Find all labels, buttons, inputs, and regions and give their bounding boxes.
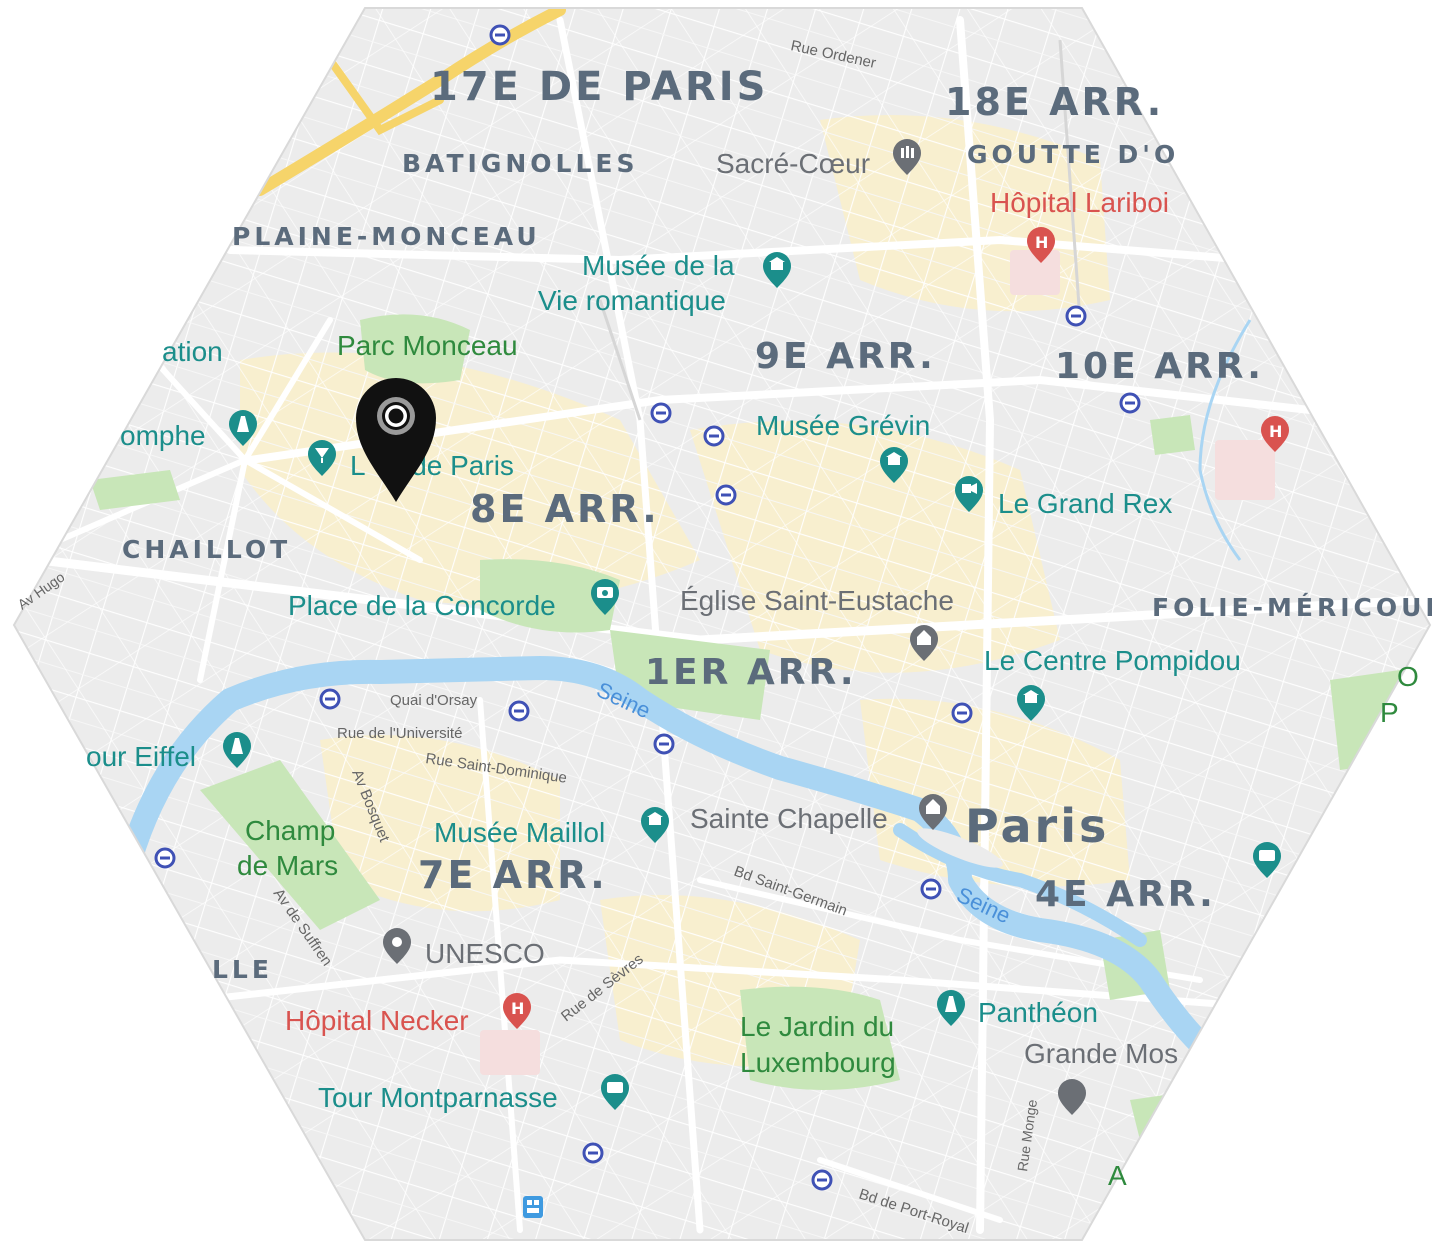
poi-arc-triomphe-label: omphe [120, 420, 206, 451]
poi-grande-mosquee-label: Grande Mos [1024, 1038, 1178, 1069]
metro-icon [1119, 392, 1141, 414]
poi-parc-monceau-label: Parc Monceau [337, 330, 518, 361]
transit-station-icon [523, 1196, 543, 1218]
hospital-area [480, 1030, 540, 1075]
poi-centre-pompidou-label: Le Centre Pompidou [984, 645, 1241, 676]
city-label-paris: Paris [965, 799, 1109, 853]
metro-icon [582, 1142, 604, 1164]
hospital-area [1010, 250, 1060, 295]
poi-musee-maillol-label: Musée Maillol [434, 817, 605, 848]
district-4e: 4E ARR. [1035, 874, 1216, 915]
neighborhood-batignolles: BATIGNOLLES [402, 149, 638, 178]
district-17e: 17E DE PARIS [430, 64, 768, 110]
park-patch [1130, 1090, 1220, 1180]
poi-tour-montparnasse-label: Tour Montparnasse [318, 1082, 558, 1113]
svg-text:H: H [511, 999, 524, 1018]
poi-musee-vie-romantique-label: Musée de la [582, 250, 735, 281]
poi-pantheon-label: Panthéon [978, 997, 1098, 1028]
metro-icon [508, 700, 530, 722]
svg-text:H: H [1269, 422, 1282, 441]
poi-unesco-label: UNESCO [425, 938, 545, 969]
metro-icon [920, 878, 942, 900]
street-rue-universite: Rue de l'Université [337, 725, 462, 742]
poi-station-partial-label: ation [162, 336, 223, 367]
metro-icon [1065, 305, 1087, 327]
district-9e: 9E ARR. [755, 336, 936, 377]
poi-jardin-luxembourg-label-2: Luxembourg [740, 1047, 896, 1078]
park-patch [1150, 415, 1195, 455]
poi-sacre-coeur-label: Sacré-Cœur [716, 148, 870, 179]
metro-icon [811, 1169, 833, 1191]
poi-musee-grevin-label: Musée Grévin [756, 410, 930, 441]
poi-sainte-chapelle-label: Sainte Chapelle [690, 803, 888, 834]
neighborhood-goutte-dor: GOUTTE D'O [967, 140, 1179, 169]
edge-fragment: O [1397, 661, 1419, 692]
metro-icon [650, 402, 672, 424]
edge-fragment: P [1380, 697, 1399, 728]
neighborhood-folie-mericourt: FOLIE-MÉRICOUR [1152, 593, 1432, 622]
metro-icon [489, 24, 511, 46]
hexagon-map[interactable]: 17E DE PARIS 18E ARR. 9E ARR. 10E ARR. 8… [0, 0, 1432, 1243]
street-quai-orsay: Quai d'Orsay [390, 692, 478, 709]
poi-hopital-necker-label: Hôpital Necker [285, 1005, 469, 1036]
district-8e: 8E ARR. [470, 487, 660, 531]
hospital-area [1215, 440, 1275, 500]
edge-fragment: A [1108, 1160, 1127, 1191]
poi-eglise-saint-eustache-label: Église Saint-Eustache [680, 585, 954, 616]
poi-hopital-lariboisiere-label: Hôpital Lariboi [990, 187, 1169, 218]
poi-champ-de-mars-label-2: de Mars [237, 850, 338, 881]
neighborhood-lle: LLE [212, 955, 273, 984]
metro-icon [951, 702, 973, 724]
metro-icon [319, 688, 341, 710]
poi-jardin-luxembourg-label: Le Jardin du [740, 1011, 894, 1042]
district-1er: 1ER ARR. [645, 652, 857, 693]
poi-place-concorde-label: Place de la Concorde [288, 590, 556, 621]
neighborhood-plaine-monceau: PLAINE-MONCEAU [232, 222, 541, 251]
district-7e: 7E ARR. [418, 853, 608, 897]
poi-tour-eiffel-label: our Eiffel [86, 741, 196, 772]
metro-icon [653, 733, 675, 755]
metro-icon [703, 425, 725, 447]
poi-champ-de-mars-label: Champ [245, 815, 335, 846]
metro-icon [715, 484, 737, 506]
svg-text:H: H [1035, 233, 1048, 252]
poi-grand-rex-label: Le Grand Rex [998, 488, 1172, 519]
metro-icon [154, 847, 176, 869]
district-18e: 18E ARR. [945, 80, 1164, 124]
poi-musee-vie-romantique-label-2: Vie romantique [538, 285, 726, 316]
district-10e: 10E ARR. [1055, 346, 1264, 387]
neighborhood-chaillot: CHAILLOT [122, 535, 291, 564]
